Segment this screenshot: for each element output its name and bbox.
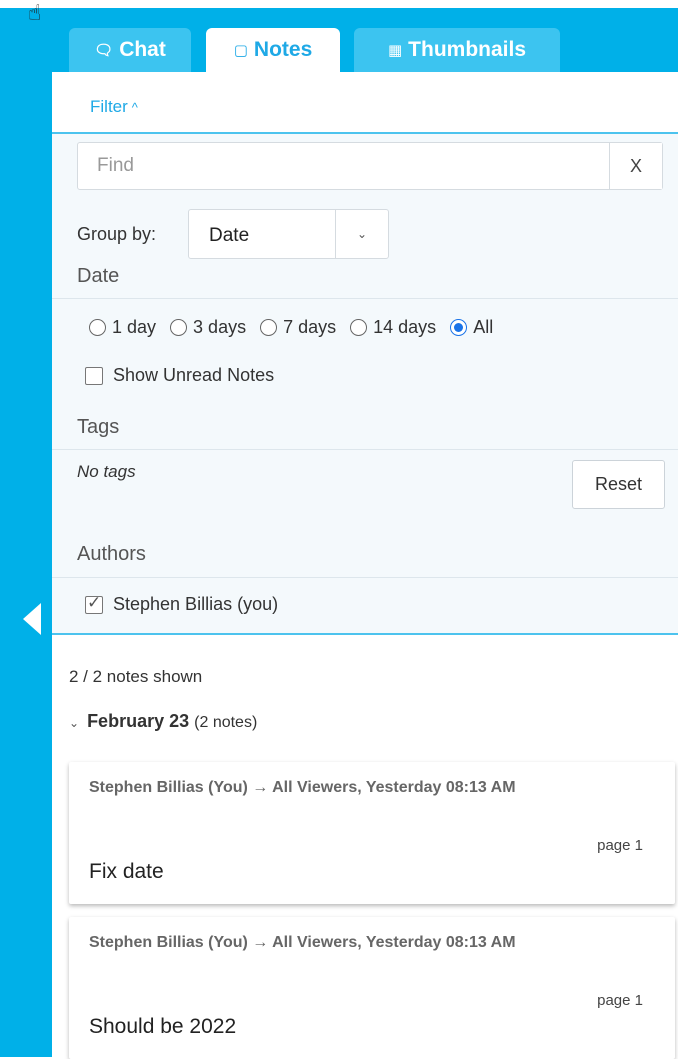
- radio-button-selected[interactable]: [450, 319, 468, 336]
- radio-label: 3 days: [193, 317, 247, 337]
- divider: [52, 577, 678, 578]
- tab-thumbnails[interactable]: ▦ Thumbnails: [354, 28, 560, 72]
- find-clear-button[interactable]: X: [609, 143, 662, 189]
- filter-toggle[interactable]: Filter ^: [90, 97, 138, 117]
- no-tags-text: No tags: [77, 462, 136, 481]
- tab-chat[interactable]: 🗨 Chat: [69, 28, 191, 72]
- date-group-title: February 23: [87, 711, 190, 731]
- radio-14-days[interactable]: 14 days: [350, 317, 436, 338]
- date-section-title: Date: [77, 265, 120, 287]
- note-page-link[interactable]: page 1: [597, 837, 643, 854]
- author-name-label: Stephen Billias (you): [113, 594, 279, 614]
- hand-cursor-icon: ☝: [28, 0, 42, 25]
- divider: [52, 298, 678, 299]
- radio-all[interactable]: All: [450, 317, 493, 338]
- note-text: Should be 2022: [89, 1015, 237, 1038]
- note-meta: Stephen Billias (You) → All Viewers, Yes…: [89, 934, 516, 951]
- authors-section-title: Authors: [77, 543, 146, 565]
- collapse-panel-arrow-icon[interactable]: [23, 603, 41, 635]
- show-unread-checkbox[interactable]: [85, 366, 103, 385]
- chevron-down-icon: ⌄: [69, 716, 80, 730]
- show-unread-checkbox-row[interactable]: Show Unread Notes: [85, 365, 274, 386]
- radio-button[interactable]: [170, 319, 188, 336]
- author-checkbox[interactable]: [85, 593, 103, 614]
- left-sidebar-strip: [0, 0, 52, 1057]
- filter-toggle-label: Filter: [90, 97, 128, 116]
- notes-count-text: 2 / 2 notes shown: [69, 667, 203, 686]
- chat-icon: 🗨: [94, 42, 114, 59]
- note-icon: ▢: [233, 42, 248, 59]
- chevron-up-icon: ^: [131, 100, 138, 115]
- radio-button[interactable]: [350, 319, 368, 336]
- filter-panel: Filter^ X Group by: Date ⌄ Date 1 day 3 …: [52, 72, 678, 634]
- note-card[interactable]: Stephen Billias (You) → All Viewers, Yes…: [69, 762, 675, 904]
- chevron-down-icon[interactable]: ⌄: [335, 210, 388, 258]
- find-box: X: [77, 142, 663, 190]
- date-group-count: (2 notes): [194, 714, 258, 731]
- tags-section-title: Tags: [77, 416, 120, 438]
- note-page-link[interactable]: page 1: [597, 992, 643, 1009]
- radio-label: 7 days: [283, 317, 337, 337]
- author-checkbox-row[interactable]: Stephen Billias (you): [85, 593, 279, 615]
- radio-3-days[interactable]: 3 days: [170, 317, 246, 338]
- radio-button[interactable]: [89, 319, 106, 336]
- filter-panel-bottom-border: [52, 633, 678, 635]
- tab-bar: 🗨 Chat ▢ Notes ▦ Thumbnails: [52, 8, 678, 72]
- tab-notes-label: Notes: [253, 38, 313, 61]
- tab-chat-label: Chat: [119, 38, 166, 61]
- radio-1-day[interactable]: 1 day: [89, 317, 156, 338]
- radio-label: 14 days: [373, 317, 437, 337]
- group-by-value: Date: [209, 225, 250, 246]
- group-by-select[interactable]: Date ⌄: [188, 209, 389, 259]
- grid-icon: ▦: [387, 42, 403, 59]
- date-range-radio-group: 1 day 3 days 7 days 14 days All: [89, 317, 507, 338]
- tab-thumbnails-label: Thumbnails: [408, 38, 527, 61]
- radio-7-days[interactable]: 7 days: [260, 317, 336, 338]
- group-by-label: Group by:: [77, 224, 157, 244]
- filter-header: Filter ^: [52, 72, 678, 134]
- note-meta: Stephen Billias (You) → All Viewers, Yes…: [89, 779, 516, 796]
- find-input[interactable]: [78, 143, 610, 189]
- note-card[interactable]: Stephen Billias (You) → All Viewers, Yes…: [69, 917, 675, 1059]
- radio-label: All: [473, 317, 494, 337]
- tab-notes[interactable]: ▢ Notes: [206, 28, 340, 72]
- note-text: Fix date: [89, 860, 164, 883]
- top-edge: [0, 0, 678, 8]
- divider: [52, 449, 678, 450]
- show-unread-label: Show Unread Notes: [113, 365, 275, 385]
- reset-button[interactable]: Reset: [572, 460, 665, 509]
- radio-button[interactable]: [260, 319, 278, 336]
- date-group-header[interactable]: ⌄ February 23 (2 notes): [69, 711, 257, 732]
- radio-label: 1 day: [112, 317, 157, 337]
